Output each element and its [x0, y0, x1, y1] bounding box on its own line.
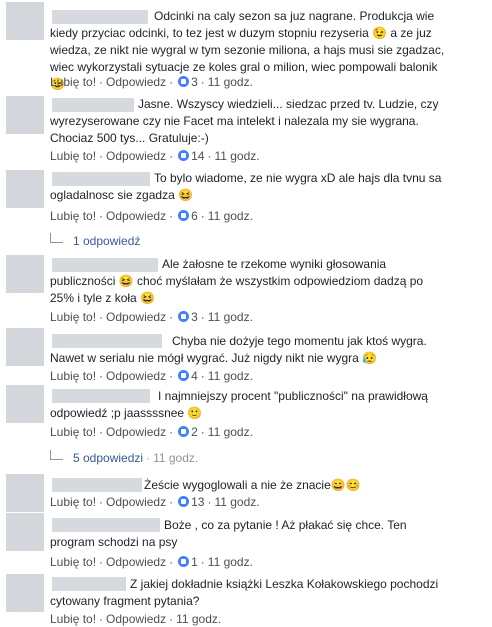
- timestamp[interactable]: 11 godz.: [208, 425, 253, 439]
- like-link[interactable]: Lubię to!: [50, 425, 96, 439]
- like-count[interactable]: 3: [191, 310, 198, 324]
- view-replies[interactable]: 1 odpowiedź: [50, 233, 140, 249]
- like-icon: [178, 150, 190, 161]
- like-icon: [178, 426, 190, 437]
- like-icon: [178, 210, 190, 221]
- like-link[interactable]: Lubię to!: [50, 612, 96, 626]
- comment-text: Boże , co za pytanie ! Aż płakać się chc…: [50, 518, 407, 549]
- comment-text: Z jakiej dokładnie książki Leszka Kołako…: [50, 577, 439, 608]
- avatar[interactable]: [6, 513, 44, 551]
- replies-count[interactable]: 1 odpowiedź: [73, 234, 140, 248]
- reply-link[interactable]: Odpowiedz: [106, 555, 166, 569]
- comment-actions: Lubię to! · Odpowiedz · 1 · 11 godz.: [50, 555, 253, 569]
- replies-timestamp: 11 godz.: [153, 451, 199, 465]
- like-count[interactable]: 13: [191, 495, 204, 509]
- avatar[interactable]: [6, 385, 44, 423]
- like-link[interactable]: Lubię to!: [50, 369, 96, 383]
- timestamp[interactable]: 11 godz.: [208, 75, 253, 89]
- like-link[interactable]: Lubię to!: [50, 149, 96, 163]
- like-link[interactable]: Lubię to!: [50, 75, 96, 89]
- like-link[interactable]: Lubię to!: [50, 495, 96, 509]
- reply-link[interactable]: Odpowiedz: [106, 75, 166, 89]
- reply-link[interactable]: Odpowiedz: [106, 612, 166, 626]
- comment-actions: Lubię to! · Odpowiedz · 3 · 11 godz.: [50, 310, 253, 324]
- reply-link[interactable]: Odpowiedz: [106, 369, 166, 383]
- reply-arrow-icon: [50, 450, 63, 460]
- avatar[interactable]: [6, 170, 44, 208]
- reply-link[interactable]: Odpowiedz: [106, 209, 166, 223]
- like-link[interactable]: Lubię to!: [50, 209, 96, 223]
- like-count[interactable]: 2: [191, 425, 198, 439]
- timestamp[interactable]: 11 godz.: [208, 369, 253, 383]
- like-count[interactable]: 6: [191, 209, 198, 223]
- reply-arrow-icon: [50, 233, 63, 243]
- timestamp[interactable]: 11 godz.: [208, 555, 253, 569]
- timestamp[interactable]: 11 godz.: [214, 495, 259, 509]
- like-link[interactable]: Lubię to!: [50, 555, 96, 569]
- comment-text: Żeście wygoglowali a nie że znacie😄😊: [144, 478, 361, 492]
- comment-actions: Lubię to! · Odpowiedz · 4 · 11 godz.: [50, 369, 253, 383]
- timestamp[interactable]: 11 godz.: [176, 612, 221, 626]
- avatar[interactable]: [6, 96, 44, 134]
- comment-text: Jasne. Wszyscy wiedzieli... siedzac prze…: [50, 97, 439, 145]
- comment-text: Chyba nie dożyje tego momentu jak ktoś w…: [50, 334, 427, 365]
- avatar[interactable]: [6, 574, 44, 612]
- reply-link[interactable]: Odpowiedz: [106, 495, 166, 509]
- like-icon: [178, 76, 190, 87]
- like-icon: [178, 311, 190, 322]
- avatar[interactable]: [6, 474, 44, 512]
- like-link[interactable]: Lubię to!: [50, 310, 96, 324]
- avatar[interactable]: [6, 2, 44, 40]
- reply-link[interactable]: Odpowiedz: [106, 425, 166, 439]
- like-icon: [178, 556, 190, 567]
- replies-count[interactable]: 5 odpowiedzi: [73, 451, 143, 465]
- comment-actions: Lubię to! · Odpowiedz · 14 · 11 godz.: [50, 149, 260, 163]
- reply-link[interactable]: Odpowiedz: [106, 310, 166, 324]
- timestamp[interactable]: 11 godz.: [214, 149, 259, 163]
- like-count[interactable]: 14: [191, 149, 204, 163]
- view-replies[interactable]: 5 odpowiedzi · 11 godz.: [50, 450, 198, 466]
- comment-actions: Lubię to! · Odpowiedz · 6 · 11 godz.: [50, 209, 253, 223]
- timestamp[interactable]: 11 godz.: [208, 209, 253, 223]
- avatar[interactable]: [6, 255, 44, 293]
- avatar[interactable]: [6, 328, 44, 366]
- reply-link[interactable]: Odpowiedz: [106, 149, 166, 163]
- timestamp[interactable]: 11 godz.: [208, 310, 253, 324]
- comment-text: To bylo wiadome, ze nie wygra xD ale haj…: [50, 171, 442, 202]
- comment-actions: Lubię to! · Odpowiedz · 3 · 11 godz.: [50, 75, 253, 89]
- like-icon: [178, 370, 190, 381]
- comment-actions: Lubię to! · Odpowiedz · 2 · 11 godz.: [50, 425, 253, 439]
- like-icon: [178, 496, 190, 507]
- comment-text: I najmniejszy procent "publiczności" na …: [50, 389, 428, 420]
- comment-text: Ale żałosne te rzekome wyniki głosowania…: [50, 257, 424, 305]
- comment-actions: Lubię to! · Odpowiedz · 13 · 11 godz.: [50, 495, 260, 509]
- like-count[interactable]: 3: [191, 75, 198, 89]
- like-count[interactable]: 4: [191, 369, 198, 383]
- like-count[interactable]: 1: [191, 555, 198, 569]
